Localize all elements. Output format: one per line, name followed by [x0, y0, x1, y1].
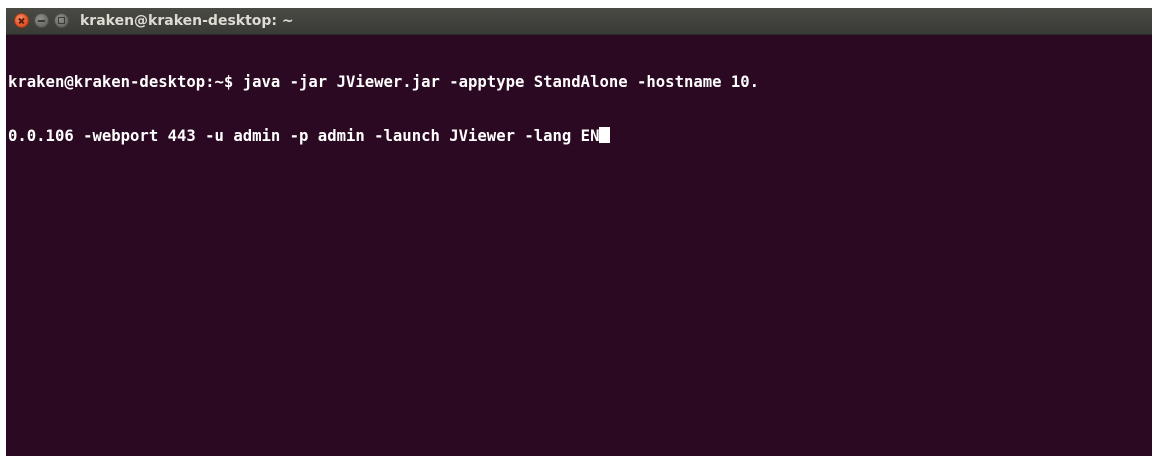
text-cursor [599, 127, 611, 143]
minimize-icon[interactable] [34, 13, 49, 28]
maximize-icon[interactable] [54, 13, 69, 28]
close-icon[interactable] [14, 13, 29, 28]
terminal-window: kraken@kraken-desktop: ~ kraken@kraken-d… [6, 8, 1152, 456]
terminal-line-with-cursor: 0.0.106 -webport 443 -u admin -p admin -… [8, 127, 1148, 145]
terminal-line: kraken@kraken-desktop:~$ java -jar JView… [8, 73, 760, 91]
window-title: kraken@kraken-desktop: ~ [80, 13, 294, 29]
title-bar[interactable]: kraken@kraken-desktop: ~ [6, 8, 1152, 35]
terminal-content[interactable]: kraken@kraken-desktop:~$ java -jar JView… [8, 37, 1148, 449]
terminal-line: 0.0.106 -webport 443 -u admin -p admin -… [8, 127, 600, 145]
